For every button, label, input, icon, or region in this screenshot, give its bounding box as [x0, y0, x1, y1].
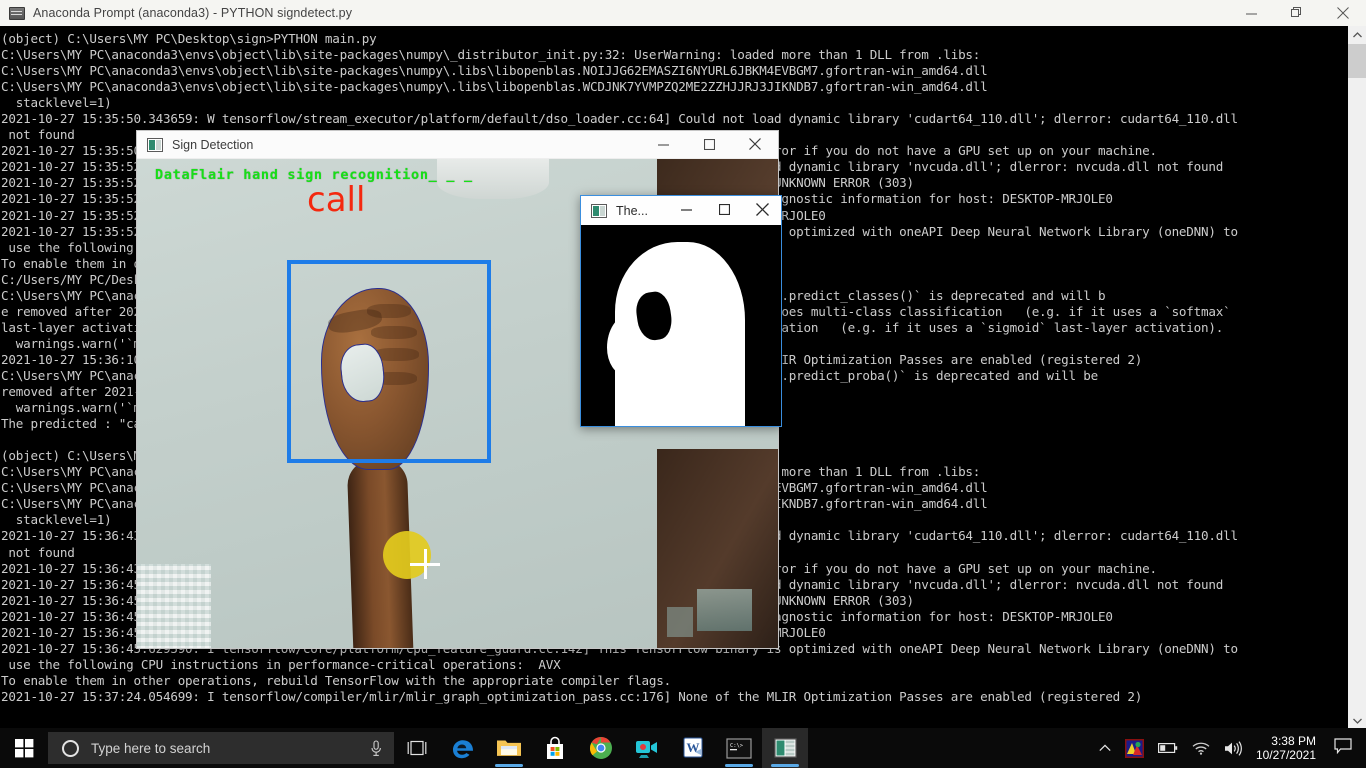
- start-button[interactable]: [0, 728, 48, 768]
- scrollbar-thumb[interactable]: [1348, 44, 1366, 78]
- taskbar-app-photo-viewer[interactable]: [762, 728, 808, 768]
- battery-icon[interactable]: [1151, 728, 1185, 768]
- console-line: C:\Users\MY PC\anaconda3\envs\object\lib…: [1, 79, 988, 95]
- console-line: (object) C:\Users\MY PC\Desktop\sign>PYT…: [1, 31, 377, 46]
- clock-date: 10/27/2021: [1255, 748, 1316, 762]
- prediction-label: call: [307, 180, 366, 220]
- taskbar-app-google-chrome[interactable]: [578, 728, 624, 768]
- taskbar-clock[interactable]: 3:38 PM 10/27/2021: [1250, 734, 1328, 762]
- task-view-button[interactable]: [394, 728, 440, 768]
- anaconda-prompt-titlebar[interactable]: Anaconda Prompt (anaconda3) - PYTHON sig…: [0, 0, 1366, 26]
- taskbar-app-command-prompt[interactable]: C:\>: [716, 728, 762, 768]
- desktop-screen: Anaconda Prompt (anaconda3) - PYTHON sig…: [0, 0, 1366, 768]
- detection-bounding-box: [287, 260, 491, 463]
- microphone-icon[interactable]: [358, 739, 394, 757]
- threshold-title: The...: [616, 203, 648, 218]
- minimize-button[interactable]: [1228, 0, 1274, 26]
- mask-hand-lower: [635, 335, 731, 426]
- sign-detection-titlebar[interactable]: Sign Detection: [137, 131, 778, 159]
- system-tray: 3:38 PM 10/27/2021: [1092, 728, 1366, 768]
- opencv-window-icon: [147, 137, 163, 152]
- close-button[interactable]: [732, 131, 778, 157]
- wifi-icon[interactable]: [1185, 728, 1217, 768]
- taskbar-app-file-explorer[interactable]: [486, 728, 532, 768]
- search-placeholder: Type here to search: [91, 740, 211, 756]
- console-line: 2021-10-27 15:37:24.054699: I tensorflow…: [1, 688, 1143, 704]
- action-center-button[interactable]: [1328, 737, 1366, 759]
- maximize-button[interactable]: [686, 131, 732, 157]
- search-input[interactable]: Type here to search: [48, 732, 394, 764]
- console-line: C:\Users\MY PC\anaconda3\envs\object\lib…: [1, 63, 988, 79]
- threshold-window: The...: [580, 195, 782, 427]
- colorful-app-icon[interactable]: [1118, 728, 1151, 768]
- cortana-circle-icon: [62, 739, 79, 757]
- console-line: 2021-10-27 15:35:50.343659: W tensorflow…: [1, 111, 1238, 127]
- svg-text:C:\>: C:\>: [730, 743, 744, 749]
- taskbar-app-microsoft-word[interactable]: W: [670, 728, 716, 768]
- anaconda-prompt-title: Anaconda Prompt (anaconda3) - PYTHON sig…: [33, 6, 353, 20]
- shelf-object-small: [667, 607, 693, 637]
- scroll-up-arrow[interactable]: [1348, 26, 1366, 44]
- taskbar-app-microsoft-store[interactable]: [532, 728, 578, 768]
- threshold-titlebar[interactable]: The...: [581, 196, 781, 225]
- close-button[interactable]: [1320, 0, 1366, 26]
- opencv-window-icon: [591, 203, 607, 218]
- console-line: To enable them in other operations, rebu…: [1, 672, 671, 688]
- towel-fabric: [137, 564, 211, 648]
- threshold-window-buttons: [667, 196, 781, 222]
- shelf-object: [697, 589, 752, 631]
- console-line: stacklevel=1): [1, 95, 112, 111]
- crosshair-cursor: [410, 549, 440, 579]
- volume-icon[interactable]: [1217, 728, 1250, 768]
- anaconda-prompt-window-buttons: [1228, 0, 1366, 26]
- sign-detection-title: Sign Detection: [172, 137, 254, 152]
- minimize-button[interactable]: [640, 131, 686, 157]
- show-hidden-icons-button[interactable]: [1092, 728, 1118, 768]
- console-line: use the following CPU instructions in pe…: [1, 656, 561, 672]
- close-button[interactable]: [743, 196, 781, 222]
- minimize-button[interactable]: [667, 196, 705, 222]
- clock-time: 3:38 PM: [1271, 734, 1316, 748]
- taskbar-app-camera-recorder[interactable]: [624, 728, 670, 768]
- console-line: C:\Users\MY PC\anaconda3\envs\object\lib…: [1, 47, 981, 63]
- sign-detection-window-buttons: [640, 131, 778, 157]
- maximize-button[interactable]: [705, 196, 743, 222]
- console-icon: [9, 6, 25, 20]
- taskbar-app-microsoft-edge[interactable]: [440, 728, 486, 768]
- windows-taskbar: Type here to search W C:\> 3:38 PM 10/27…: [0, 728, 1366, 768]
- restore-button[interactable]: [1274, 0, 1320, 26]
- threshold-mask-image: [581, 225, 781, 426]
- console-scrollbar[interactable]: [1348, 26, 1366, 730]
